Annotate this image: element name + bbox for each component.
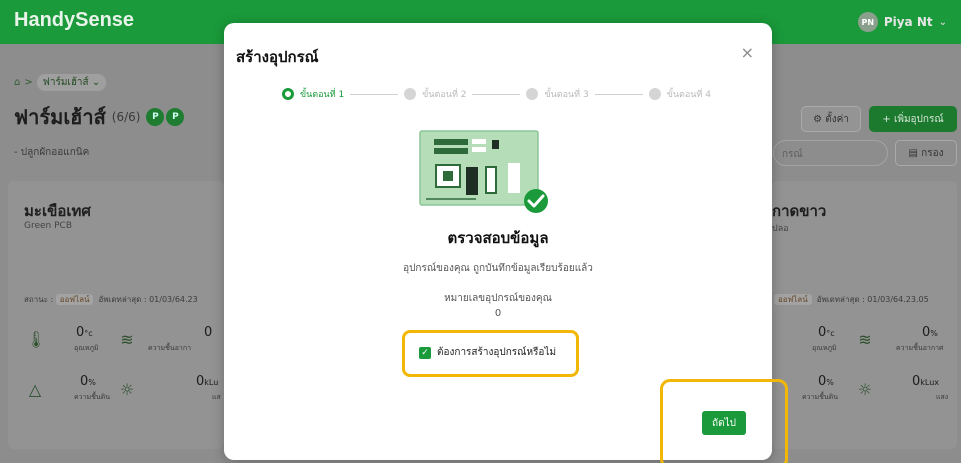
sun-icon: ☼ xyxy=(119,380,135,399)
humidity-label: ความชื้นอากาศ xyxy=(896,344,944,352)
device-id-value: 0 xyxy=(494,308,502,319)
temperature-value: 0°c xyxy=(818,325,835,340)
home-icon[interactable]: ⌂ xyxy=(14,77,20,88)
temperature-label: อุณหภูมิ xyxy=(812,344,837,352)
device-title: มะเขือเทศ xyxy=(24,202,91,220)
temperature-value: 0°c xyxy=(76,325,93,340)
device-status: สถานะ : ออฟไลน์ อัพเดทล่าสุด : 01/03/64.… xyxy=(24,294,198,305)
step-connector xyxy=(472,93,521,95)
device-card[interactable]: กาดขาว ปลอ ออฟไลน์ อัพเดทล่าสุด : 01/03/… xyxy=(772,181,957,449)
soil-label: ความชื้นดิน xyxy=(74,393,111,401)
step-1: ขั้นตอนที่ 1 xyxy=(282,87,344,101)
humidity-icon: ≋ xyxy=(120,330,134,349)
device-card[interactable]: มะเขือเทศ Green PCB สถานะ : ออฟไลน์ อัพเ… xyxy=(8,181,224,449)
step-dot-icon xyxy=(404,88,417,100)
humidity-icon: ≋ xyxy=(858,330,872,349)
brand-logo[interactable]: HandySense xyxy=(14,9,134,32)
settings-button[interactable]: ⚙ ตั้งค่า xyxy=(801,106,861,132)
step-connector xyxy=(594,93,643,95)
humidity-value: 0 xyxy=(204,325,213,340)
soil-value: 0% xyxy=(818,374,834,389)
stepper: ขั้นตอนที่ 1 ขั้นตอนที่ 2 ขั้นตอนที่ 3 ข… xyxy=(282,87,711,101)
device-id-label: หมายเลขอุปกรณ์ของคุณ xyxy=(444,293,552,304)
step-2: ขั้นตอนที่ 2 xyxy=(404,87,466,101)
create-device-dialog: สร้างอุปกรณ์ × ขั้นตอนที่ 1 ขั้นตอนที่ 2… xyxy=(224,23,788,463)
breadcrumb-current[interactable]: ฟาร์มเฮ้าส์ ⌄ xyxy=(36,74,107,91)
breadcrumb-separator: > xyxy=(24,77,33,88)
device-subtitle: Green PCB xyxy=(24,221,73,231)
step-dot-icon xyxy=(648,88,661,100)
farm-description: - ปลูกผักออแกนิค xyxy=(14,147,90,158)
next-button[interactable]: ถัดไป xyxy=(702,411,746,435)
breadcrumb: ⌂ > ฟาร์มเฮ้าส์ ⌄ xyxy=(14,74,107,91)
device-subtitle: ปลอ xyxy=(772,224,789,234)
create-device-checkbox-row[interactable]: ✓ ต้องการสร้างอุปกรณ์หรือไม่ xyxy=(419,345,556,360)
avatar: PN xyxy=(857,12,878,32)
user-name: Piya Nt xyxy=(883,15,933,29)
close-icon[interactable]: × xyxy=(741,43,754,62)
farm-name: ฟาร์มเฮ้าส์ xyxy=(14,105,106,129)
confirm-heading: ตรวจสอบข้อมูล xyxy=(447,229,549,247)
chevron-down-icon: ⌄ xyxy=(938,16,947,28)
soil-value: 0% xyxy=(80,374,96,389)
temperature-label: อุณหภูมิ xyxy=(74,344,99,352)
light-value: 0kLux xyxy=(912,374,940,389)
step-dot-icon xyxy=(526,88,539,100)
humidity-label: ความชื้นอากา xyxy=(148,344,191,352)
confirm-description: อุปกรณ์ของคุณ ถูกบันทึกข้อมูลเรียบร้อยแล… xyxy=(403,263,593,274)
soil-icon: △ xyxy=(28,380,42,399)
step-dot-icon xyxy=(282,88,294,100)
checkbox-checked-icon[interactable]: ✓ xyxy=(419,346,431,359)
page-title: ฟาร์มเฮ้าส์ (6/6) P P xyxy=(14,101,185,133)
user-menu[interactable]: PN Piya Nt ⌄ xyxy=(857,12,947,32)
step-3: ขั้นตอนที่ 3 xyxy=(526,87,589,101)
search-input[interactable]: กรณ์ xyxy=(773,140,888,166)
device-count: (6/6) xyxy=(111,110,141,124)
add-device-button[interactable]: + เพิ่มอุปกรณ์ xyxy=(869,106,957,132)
light-label: แส xyxy=(212,393,221,401)
humidity-value: 0% xyxy=(922,325,938,340)
light-value: 0kLu xyxy=(196,374,219,389)
sun-icon: ☼ xyxy=(857,380,873,399)
step-connector xyxy=(350,93,399,95)
light-label: แสง xyxy=(936,393,949,401)
device-title: กาดขาว xyxy=(772,202,827,220)
dialog-title: สร้างอุปกรณ์ xyxy=(236,48,319,66)
step-4: ขั้นตอนที่ 4 xyxy=(648,87,711,101)
thermometer-icon: 🌡 xyxy=(26,330,47,349)
member-badge: P xyxy=(146,108,165,126)
soil-label: ความชื้นดิน xyxy=(802,393,839,401)
circuit-board-illustration xyxy=(419,130,548,213)
filter-button[interactable]: ▤ กรอง xyxy=(895,140,957,166)
member-badge: P xyxy=(166,108,185,126)
device-status: ออฟไลน์ อัพเดทล่าสุด : 01/03/64.23.05 xyxy=(774,293,929,306)
checkbox-label[interactable]: ต้องการสร้างอุปกรณ์หรือไม่ xyxy=(437,345,556,360)
